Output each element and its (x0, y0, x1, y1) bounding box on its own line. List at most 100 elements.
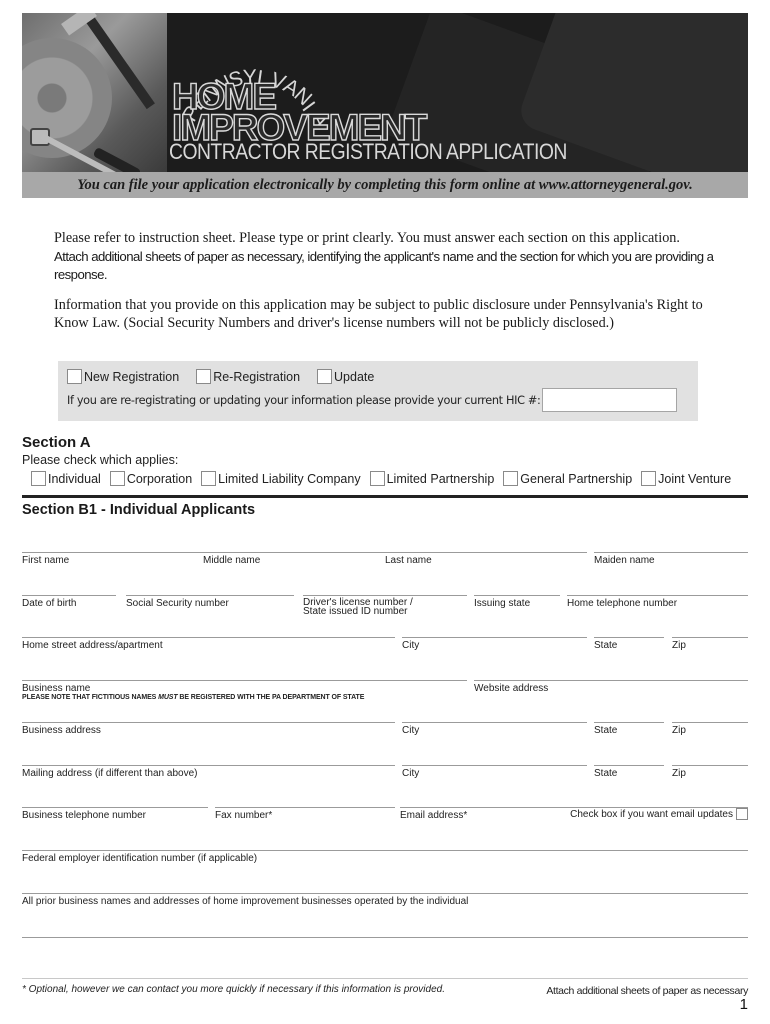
date-of-birth-label: Date of birth (22, 598, 77, 609)
mailing-city-label: City (402, 768, 420, 779)
hic-number-row: If you are re-registrating or updating y… (67, 388, 678, 412)
limited-partnership-label: Limited Partnership (386, 471, 495, 486)
update-label: Update (334, 369, 375, 384)
mailing-address-label: Mailing address (if different than above… (22, 768, 198, 779)
issuing-state-field[interactable]: Issuing state (474, 595, 560, 609)
home-zip-label: Zip (672, 640, 686, 651)
home-address-field[interactable]: Home street address/apartment (22, 637, 395, 651)
home-phone-field[interactable]: Home telephone number (567, 595, 748, 609)
joint-venture-checkbox[interactable] (641, 471, 657, 486)
fictitious-names-note: PLEASE NOTE THAT FICTITIOUS NAMES MUST B… (22, 694, 467, 701)
re-registration-label: Re-Registration (213, 369, 301, 384)
section-a-prompt: Please check which applies: (22, 453, 179, 467)
attach-sheets-note: Attach additional sheets of paper as nec… (546, 985, 748, 997)
entity-option-joint-venture[interactable]: Joint Venture (641, 471, 731, 486)
home-zip-field[interactable]: Zip (672, 637, 748, 651)
ssn-label: Social Security number (126, 598, 229, 609)
fax-label: Fax number* (215, 810, 273, 821)
page-number: 1 (739, 996, 748, 1013)
update-checkbox[interactable] (317, 369, 333, 384)
fein-label: Federal employer identification number (… (22, 853, 258, 864)
corporation-checkbox[interactable] (109, 471, 125, 486)
business-phone-field[interactable]: Business telephone number (22, 807, 208, 821)
website-label: Website address (474, 683, 549, 694)
maiden-name-field[interactable]: Maiden name (594, 552, 748, 566)
instructions: Please refer to instruction sheet. Pleas… (54, 229, 734, 344)
maiden-name-label: Maiden name (594, 555, 655, 566)
instructions-line2: Attach additional sheets of paper as nec… (54, 248, 714, 283)
business-address-label: Business address (22, 725, 101, 736)
new-registration-option[interactable]: New Registration (67, 369, 179, 384)
entity-option-llc[interactable]: Limited Liability Company (201, 471, 361, 486)
registration-options: New Registration Re-Registration Update (67, 369, 391, 384)
corporation-label: Corporation (126, 471, 193, 486)
home-city-field[interactable]: City (402, 637, 587, 651)
home-address-label: Home street address/apartment (22, 640, 163, 651)
instructions-text: Please refer to instruction sheet. Pleas… (54, 229, 734, 285)
business-state-field[interactable]: State (594, 722, 664, 736)
email-updates-checkbox[interactable] (736, 808, 748, 820)
website-field[interactable]: Website address (474, 680, 748, 694)
re-registration-checkbox[interactable] (196, 369, 212, 384)
new-registration-label: New Registration (84, 369, 180, 384)
business-phone-label: Business telephone number (22, 810, 146, 821)
general-partnership-checkbox[interactable] (503, 471, 519, 486)
disclosure-text: Information that you provide on this app… (54, 296, 703, 332)
fax-field[interactable]: Fax number* (215, 807, 395, 821)
tools-artwork (22, 13, 167, 191)
mailing-state-label: State (594, 768, 618, 779)
middle-name-label: Middle name (203, 555, 261, 566)
hic-number-label: If you are re-registrating or updating y… (67, 393, 541, 407)
last-name-field[interactable]: Last name (385, 552, 585, 566)
llc-checkbox[interactable] (201, 471, 217, 486)
update-option[interactable]: Update (317, 369, 374, 384)
hic-number-input[interactable] (542, 388, 678, 412)
business-city-field[interactable]: City (402, 722, 587, 736)
individual-checkbox[interactable] (31, 471, 46, 486)
business-name-field[interactable]: Business name PLEASE NOTE THAT FICTITIOU… (22, 680, 467, 701)
home-state-field[interactable]: State (594, 637, 664, 651)
home-state-label: State (594, 640, 618, 651)
mailing-address-field[interactable]: Mailing address (if different than above… (22, 765, 395, 779)
entity-option-general-partnership[interactable]: General Partnership (503, 471, 632, 486)
limited-partnership-checkbox[interactable] (369, 471, 385, 486)
date-of-birth-field[interactable]: Date of birth (22, 595, 116, 609)
mailing-zip-field[interactable]: Zip (672, 765, 748, 779)
optional-footnote: * Optional, however we can contact you m… (22, 984, 445, 995)
mailing-zip-label: Zip (672, 768, 686, 779)
entity-type-options: Individual Corporation Limited Liability… (31, 471, 740, 486)
registration-type-box: New Registration Re-Registration Update … (58, 361, 698, 421)
drivers-license-field[interactable]: Driver's license number / State issued I… (303, 595, 467, 617)
re-registration-option[interactable]: Re-Registration (196, 369, 300, 384)
business-address-field[interactable]: Business address (22, 722, 395, 736)
business-zip-field[interactable]: Zip (672, 722, 748, 736)
prior-businesses-label: All prior business names and addresses o… (22, 896, 469, 907)
entity-option-corporation[interactable]: Corporation (109, 471, 193, 486)
first-name-label: First name (22, 555, 70, 566)
mailing-city-field[interactable]: City (402, 765, 587, 779)
prior-businesses-line-2[interactable] (22, 937, 748, 940)
business-city-label: City (402, 725, 420, 736)
new-registration-checkbox[interactable] (67, 369, 82, 384)
fictitious-note-emphasis: MUST (158, 694, 178, 701)
home-city-label: City (402, 640, 420, 651)
email-updates-option[interactable]: Check box if you want email updates (570, 808, 748, 820)
issuing-state-label: Issuing state (474, 598, 531, 609)
middle-name-field[interactable]: Middle name (203, 552, 353, 566)
business-name-label: Business name (22, 683, 91, 694)
footer-divider (22, 978, 748, 981)
business-state-label: State (594, 725, 618, 736)
fictitious-note-post: BE REGISTERED WITH THE PA DEPARTMENT OF … (177, 694, 365, 701)
ssn-field[interactable]: Social Security number (126, 595, 294, 609)
last-name-label: Last name (385, 555, 432, 566)
section-divider (22, 495, 748, 498)
online-filing-strip: You can file your application electronic… (22, 172, 748, 198)
business-zip-label: Zip (672, 725, 686, 736)
fein-field[interactable]: Federal employer identification number (… (22, 850, 748, 864)
first-name-field[interactable]: First name (22, 552, 172, 566)
mailing-state-field[interactable]: State (594, 765, 664, 779)
banner-subtitle: CONTRACTOR REGISTRATION APPLICATION (169, 139, 567, 164)
entity-option-individual[interactable]: Individual (31, 471, 101, 486)
prior-businesses-field[interactable]: All prior business names and addresses o… (22, 893, 748, 938)
entity-option-limited-partnership[interactable]: Limited Partnership (369, 471, 495, 486)
